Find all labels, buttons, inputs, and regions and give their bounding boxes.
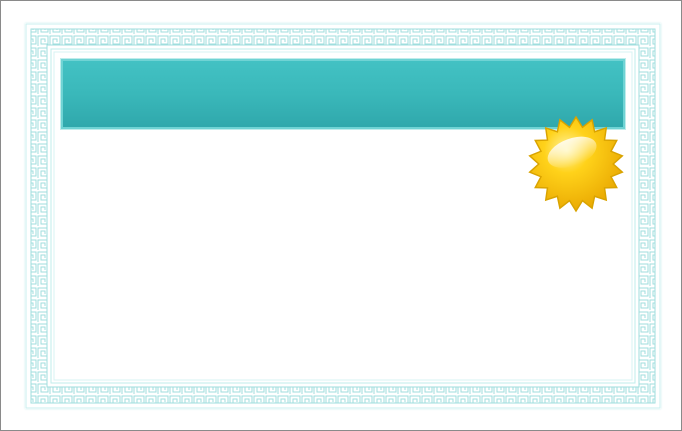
- gold-starburst-seal-icon: [528, 115, 624, 213]
- document-canvas: [0, 0, 682, 431]
- certificate-page: [25, 23, 661, 409]
